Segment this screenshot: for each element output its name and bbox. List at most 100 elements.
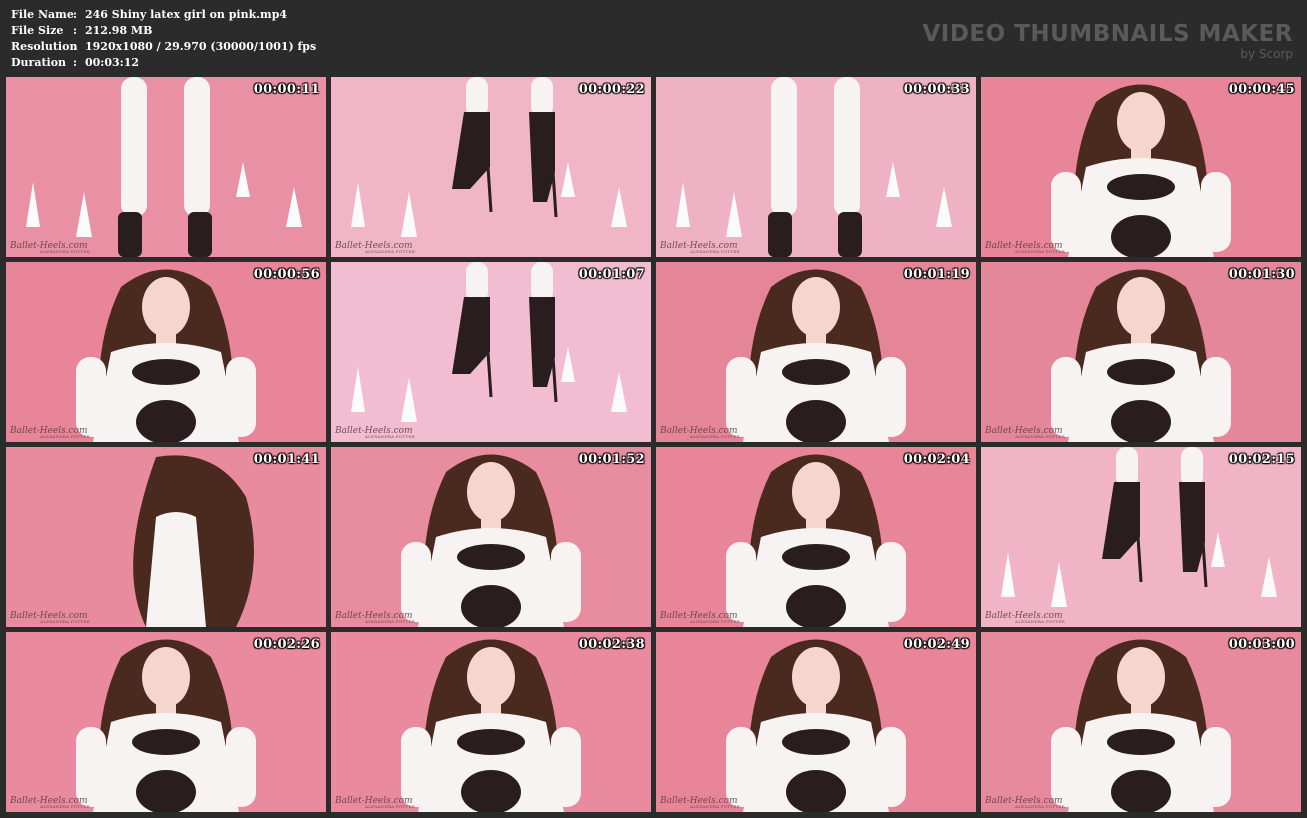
watermark-subtext: ALEXANDRA POTTER — [690, 249, 741, 254]
brand-title: VIDEO THUMBNAILS MAKER — [922, 21, 1293, 47]
video-thumbnail: 00:02:38 Ballet-Heels.com ALEXANDRA POTTER — [331, 632, 651, 812]
video-thumbnail: 00:01:30 Ballet-Heels.com ALEXANDRA POTTER — [981, 262, 1301, 442]
info-value: 246 Shiny latex girl on pink.mp4 — [85, 8, 288, 21]
video-thumbnail: 00:00:22 Ballet-Heels.com ALEXANDRA POTTER — [331, 77, 651, 257]
watermark-logo: Ballet-Heels.com ALEXANDRA POTTER — [985, 796, 1065, 809]
watermark-subtext: ALEXANDRA POTTER — [365, 434, 416, 439]
thumbnail-timestamp: 00:02:15 — [1228, 452, 1295, 467]
info-value: 1920x1080 / 29.970 (30000/1001) fps — [85, 40, 317, 53]
info-row-file-name: File Name : 246 Shiny latex girl on pink… — [11, 7, 316, 23]
watermark-logo: Ballet-Heels.com ALEXANDRA POTTER — [10, 426, 90, 439]
video-thumbnail: 00:01:19 Ballet-Heels.com ALEXANDRA POTTER — [656, 262, 976, 442]
video-thumbnail: 00:03:00 Ballet-Heels.com ALEXANDRA POTTER — [981, 632, 1301, 812]
thumbnail-frame-image — [351, 77, 627, 237]
watermark-subtext: ALEXANDRA POTTER — [1015, 434, 1066, 439]
info-label: File Size — [11, 24, 64, 37]
info-separator: : — [73, 24, 78, 37]
watermark-logo: Ballet-Heels.com ALEXANDRA POTTER — [985, 611, 1065, 624]
watermark-logo: Ballet-Heels.com ALEXANDRA POTTER — [985, 426, 1065, 439]
thumbnail-frame-image — [351, 262, 627, 422]
watermark-subtext: ALEXANDRA POTTER — [365, 804, 416, 809]
thumbnail-frame-image — [401, 639, 581, 812]
watermark-subtext: ALEXANDRA POTTER — [1015, 249, 1066, 254]
watermark-logo: Ballet-Heels.com ALEXANDRA POTTER — [660, 611, 740, 624]
thumbnail-timestamp: 00:01:52 — [578, 452, 645, 467]
watermark-subtext: ALEXANDRA POTTER — [365, 619, 416, 624]
watermark-logo: Ballet-Heels.com ALEXANDRA POTTER — [660, 796, 740, 809]
video-thumbnail: 00:02:15 Ballet-Heels.com ALEXANDRA POTTER — [981, 447, 1301, 627]
video-thumbnail: 00:01:41 Ballet-Heels.com ALEXANDRA POTTER — [6, 447, 326, 627]
video-thumbnail: 00:02:04 Ballet-Heels.com ALEXANDRA POTTER — [656, 447, 976, 627]
thumbnail-frame-image — [76, 639, 256, 812]
video-thumbnail: 00:00:11 Ballet-Heels.com ALEXANDRA POTTER — [6, 77, 326, 257]
watermark-subtext: ALEXANDRA POTTER — [40, 249, 91, 254]
watermark-logo: Ballet-Heels.com ALEXANDRA POTTER — [335, 241, 415, 254]
thumbnail-frame-image — [76, 269, 256, 442]
thumbnail-timestamp: 00:01:30 — [1228, 267, 1295, 282]
thumbnail-frame-image — [1051, 269, 1231, 442]
watermark-subtext: ALEXANDRA POTTER — [690, 804, 741, 809]
info-value: 00:03:12 — [85, 56, 140, 69]
thumbnail-timestamp: 00:00:22 — [578, 82, 645, 97]
header: File Name : 246 Shiny latex girl on pink… — [0, 0, 1307, 76]
info-row-file-size: File Size : 212.98 MB — [11, 23, 316, 39]
thumbnail-frame-image — [26, 77, 302, 257]
thumbnail-timestamp: 00:02:26 — [253, 637, 320, 652]
watermark-subtext: ALEXANDRA POTTER — [365, 249, 416, 254]
thumbnail-timestamp: 00:01:41 — [253, 452, 320, 467]
thumbnail-timestamp: 00:02:49 — [903, 637, 970, 652]
watermark-logo: Ballet-Heels.com ALEXANDRA POTTER — [335, 796, 415, 809]
video-thumbnail: 00:00:45 Ballet-Heels.com ALEXANDRA POTTER — [981, 77, 1301, 257]
thumbnail-timestamp: 00:01:07 — [578, 267, 645, 282]
thumbnail-timestamp: 00:00:45 — [1228, 82, 1295, 97]
thumbnail-frame-image — [726, 639, 906, 812]
info-separator: : — [73, 40, 78, 53]
watermark-logo: Ballet-Heels.com ALEXANDRA POTTER — [10, 796, 90, 809]
video-thumbnail: 00:02:26 Ballet-Heels.com ALEXANDRA POTTER — [6, 632, 326, 812]
video-thumbnail: 00:00:33 Ballet-Heels.com ALEXANDRA POTTER — [656, 77, 976, 257]
info-row-resolution: Resolution : 1920x1080 / 29.970 (30000/1… — [11, 39, 316, 55]
thumbnail-timestamp: 00:01:19 — [903, 267, 970, 282]
thumbnail-grid: 00:00:11 Ballet-Heels.com ALEXANDRA POTTER… — [6, 77, 1301, 812]
thumbnail-frame-image — [726, 269, 906, 442]
thumbnail-frame-image — [676, 77, 952, 257]
watermark-logo: Ballet-Heels.com ALEXANDRA POTTER — [10, 611, 90, 624]
thumbnail-timestamp: 00:00:56 — [253, 267, 320, 282]
info-separator: : — [73, 56, 78, 69]
info-label: File Name — [11, 8, 74, 21]
thumbnail-timestamp: 00:00:33 — [903, 82, 970, 97]
info-label: Duration — [11, 56, 67, 69]
thumbnail-frame-image — [1001, 447, 1277, 607]
thumbnail-frame-image — [133, 455, 254, 627]
watermark-subtext: ALEXANDRA POTTER — [40, 434, 91, 439]
info-separator: : — [73, 8, 78, 21]
watermark-logo: Ballet-Heels.com ALEXANDRA POTTER — [660, 241, 740, 254]
video-thumbnail: 00:02:49 Ballet-Heels.com ALEXANDRA POTTER — [656, 632, 976, 812]
info-value: 212.98 MB — [85, 24, 153, 37]
watermark-logo: Ballet-Heels.com ALEXANDRA POTTER — [660, 426, 740, 439]
file-info: File Name : 246 Shiny latex girl on pink… — [11, 7, 316, 71]
watermark-logo: Ballet-Heels.com ALEXANDRA POTTER — [335, 426, 415, 439]
brand-subtitle: by Scorp — [1240, 47, 1293, 61]
watermark-subtext: ALEXANDRA POTTER — [1015, 804, 1066, 809]
video-thumbnail: 00:00:56 Ballet-Heels.com ALEXANDRA POTTER — [6, 262, 326, 442]
thumbnail-timestamp: 00:03:00 — [1228, 637, 1295, 652]
watermark-subtext: ALEXANDRA POTTER — [1015, 619, 1066, 624]
watermark-logo: Ballet-Heels.com ALEXANDRA POTTER — [10, 241, 90, 254]
watermark-subtext: ALEXANDRA POTTER — [690, 434, 741, 439]
watermark-subtext: ALEXANDRA POTTER — [690, 619, 741, 624]
thumbnail-timestamp: 00:02:38 — [578, 637, 645, 652]
thumbnail-frame-image — [726, 454, 906, 627]
watermark-subtext: ALEXANDRA POTTER — [40, 619, 91, 624]
thumbnail-frame-image — [401, 454, 581, 627]
info-label: Resolution — [11, 40, 78, 53]
info-row-duration: Duration : 00:03:12 — [11, 55, 316, 71]
thumbnail-timestamp: 00:02:04 — [903, 452, 970, 467]
video-thumbnail: 00:01:07 Ballet-Heels.com ALEXANDRA POTTER — [331, 262, 651, 442]
thumbnail-frame-image — [1051, 639, 1231, 812]
brand-logo: VIDEO THUMBNAILS MAKER by Scorp — [922, 20, 1293, 60]
watermark-logo: Ballet-Heels.com ALEXANDRA POTTER — [985, 241, 1065, 254]
video-thumbnail: 00:01:52 Ballet-Heels.com ALEXANDRA POTTER — [331, 447, 651, 627]
thumbnail-frame-image — [1051, 84, 1231, 257]
watermark-subtext: ALEXANDRA POTTER — [40, 804, 91, 809]
